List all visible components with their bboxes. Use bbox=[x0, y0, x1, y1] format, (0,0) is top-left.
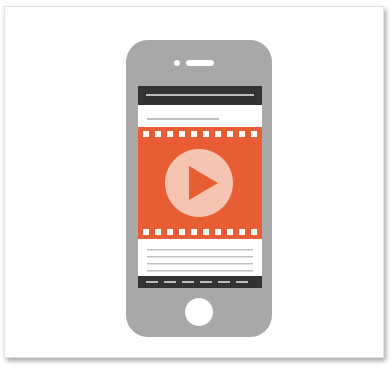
screen-top-bar-line bbox=[146, 94, 254, 96]
phone-camera bbox=[174, 60, 180, 66]
home-button[interactable] bbox=[185, 298, 213, 326]
smartphone-illustration bbox=[126, 40, 272, 337]
play-icon[interactable] bbox=[165, 149, 233, 217]
content-title-line bbox=[147, 118, 219, 120]
phone-speaker bbox=[186, 60, 214, 66]
